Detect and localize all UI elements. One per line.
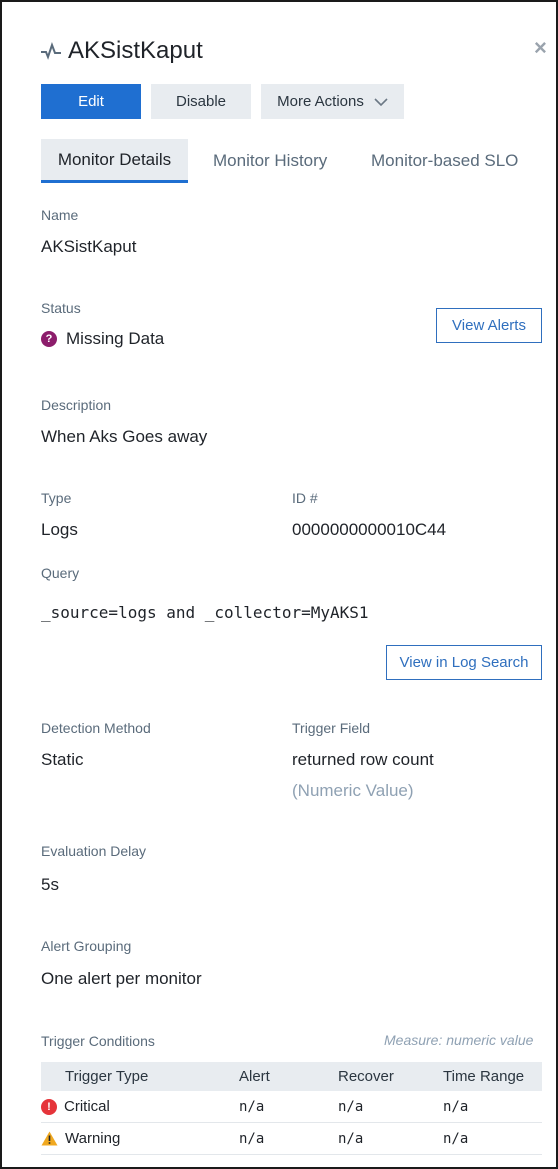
alert-grouping-label: Alert Grouping: [41, 938, 132, 954]
alert-cell: n/a: [239, 1122, 338, 1155]
detection-method-label: Detection Method: [41, 720, 151, 736]
status-text: Missing Data: [66, 329, 165, 348]
trigger-conditions-table: Trigger Type Alert Recover Time Range ! …: [41, 1062, 542, 1155]
more-actions-label: More Actions: [277, 93, 364, 110]
query-label: Query: [41, 565, 80, 581]
description-label: Description: [41, 397, 112, 413]
time-range-cell: n/a: [443, 1091, 542, 1123]
column-header-recover: Recover: [338, 1062, 443, 1091]
more-actions-button[interactable]: More Actions: [261, 84, 404, 119]
status-value: ? Missing Data: [41, 329, 164, 349]
id-value: 0000000000010C44: [292, 520, 447, 539]
question-icon: ?: [41, 331, 57, 347]
name-label: Name: [41, 207, 79, 223]
type-label: Type: [41, 490, 72, 506]
trigger-field-note: (Numeric Value): [292, 781, 414, 800]
time-range-cell: n/a: [443, 1122, 542, 1155]
trigger-type-cell: Warning: [41, 1130, 239, 1147]
edit-button[interactable]: Edit: [41, 84, 141, 119]
column-header-time-range: Time Range: [443, 1062, 542, 1091]
trigger-field-value: returned row count: [292, 750, 434, 769]
description-value: When Aks Goes away: [41, 427, 208, 446]
view-alerts-button[interactable]: View Alerts: [436, 308, 542, 343]
status-label: Status: [41, 300, 81, 316]
table-row: ! Critical n/a n/a n/a: [41, 1091, 542, 1123]
column-header-alert: Alert: [239, 1062, 338, 1091]
tab-monitor-details[interactable]: Monitor Details: [41, 139, 188, 183]
evaluation-delay-value: 5s: [41, 875, 59, 894]
disable-button[interactable]: Disable: [151, 84, 251, 119]
close-icon[interactable]: ×: [534, 35, 547, 61]
trigger-conditions-label: Trigger Conditions: [41, 1033, 155, 1049]
warning-icon: [41, 1131, 58, 1146]
id-label: ID #: [292, 490, 318, 506]
alert-grouping-value: One alert per monitor: [41, 969, 202, 988]
table-header-row: Trigger Type Alert Recover Time Range: [41, 1062, 542, 1091]
recover-cell: n/a: [338, 1091, 443, 1123]
tab-monitor-based-slo[interactable]: Monitor-based SLO: [371, 139, 518, 183]
recover-cell: n/a: [338, 1122, 443, 1155]
page-title: AKSistKaput: [68, 37, 203, 64]
name-value: AKSistKaput: [41, 237, 137, 256]
evaluation-delay-label: Evaluation Delay: [41, 843, 147, 859]
tab-monitor-history[interactable]: Monitor History: [213, 139, 327, 183]
query-value: _source=logs and _collector=MyAKS1: [41, 603, 369, 622]
monitor-pulse-icon: [41, 42, 61, 60]
alert-cell: n/a: [239, 1091, 338, 1123]
measure-note: Measure: numeric value: [384, 1032, 534, 1048]
table-row: Warning n/a n/a n/a: [41, 1122, 542, 1155]
trigger-type-cell: ! Critical: [41, 1098, 239, 1115]
detection-method-value: Static: [41, 750, 84, 769]
trigger-type-critical: Critical: [64, 1098, 110, 1115]
column-header-trigger-type: Trigger Type: [41, 1062, 239, 1091]
type-value: Logs: [41, 520, 78, 539]
trigger-field-label: Trigger Field: [292, 720, 371, 736]
chevron-down-icon: [374, 97, 388, 106]
trigger-type-warning: Warning: [65, 1130, 121, 1147]
critical-icon: !: [41, 1098, 57, 1115]
title-row: AKSistKaput: [40, 34, 203, 68]
monitor-details-panel: AKSistKaput × Edit Disable More Actions …: [0, 0, 558, 1169]
view-in-log-search-button[interactable]: View in Log Search: [386, 645, 542, 680]
